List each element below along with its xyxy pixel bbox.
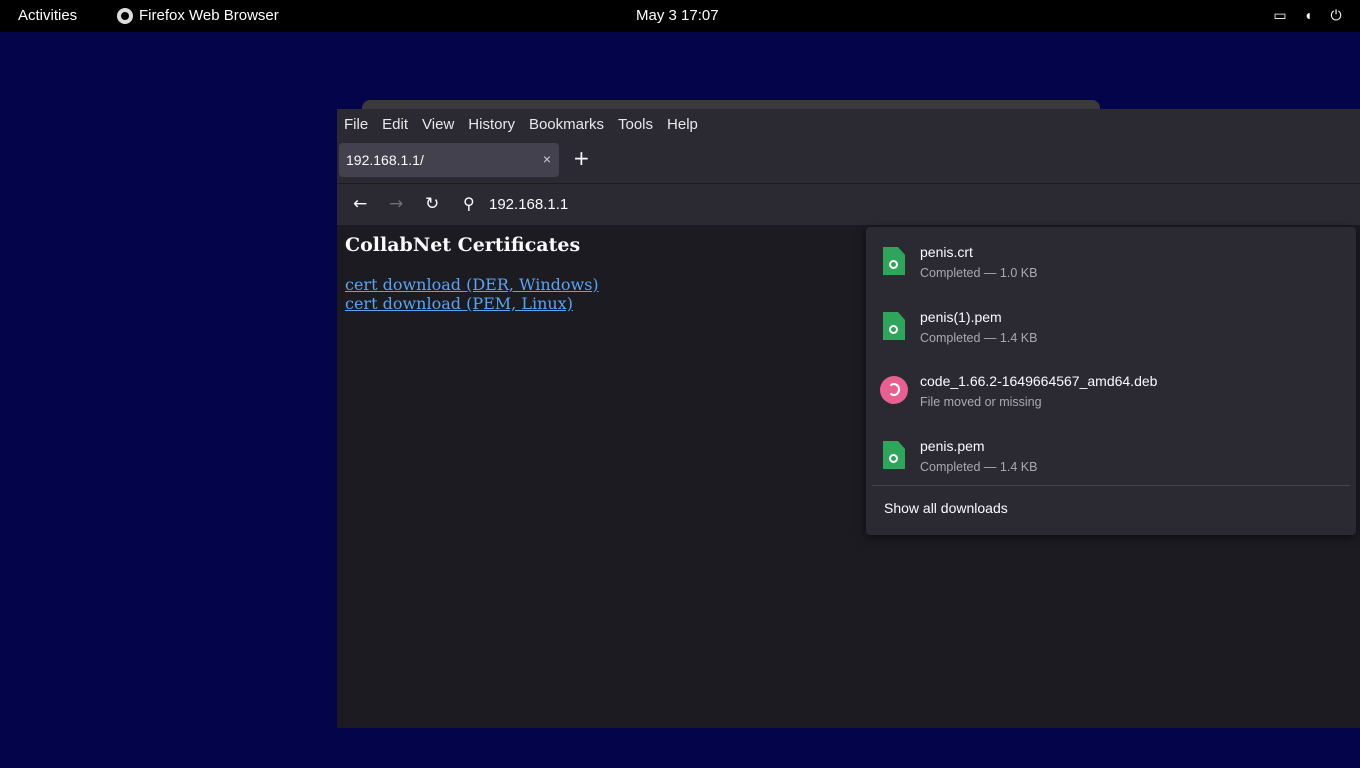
tab-title: 192.168.1.1/ — [346, 152, 424, 168]
download-name: penis(1).pem — [920, 309, 1002, 325]
menu-help[interactable]: Help — [667, 116, 705, 133]
download-item[interactable]: code_1.66.2-1649664567_amd64.deb File mo… — [866, 360, 1356, 420]
clock[interactable]: May 3 17:07 — [636, 7, 719, 24]
gnome-top-bar: Activities Firefox Web Browser May 3 17:… — [0, 0, 1360, 32]
download-name: code_1.66.2-1649664567_amd64.deb — [920, 373, 1158, 389]
nav-bar: ← → ↻ ⚲ 192.168.1.1 — [337, 183, 1360, 225]
back-button[interactable]: ← — [353, 194, 367, 214]
download-item[interactable]: penis.crt Completed — 1.0 KB — [866, 231, 1356, 291]
close-tab-icon[interactable]: × — [543, 151, 551, 167]
activities-button[interactable]: Activities — [18, 7, 77, 24]
system-tray[interactable]: ▭ ◖ ⏻ — [1272, 7, 1344, 24]
screen-icon[interactable]: ▭ — [1272, 7, 1288, 24]
search-icon: ⚲ — [463, 194, 475, 213]
download-item[interactable]: penis.pem Completed — 1.4 KB — [866, 425, 1356, 485]
menu-view[interactable]: View — [422, 116, 461, 133]
menu-file[interactable]: File — [344, 116, 375, 133]
download-item[interactable]: penis(1).pem Completed — 1.4 KB — [866, 296, 1356, 356]
download-status: File moved or missing — [920, 395, 1042, 409]
certificate-file-icon — [880, 441, 908, 471]
divider — [872, 485, 1350, 486]
menu-bookmarks[interactable]: Bookmarks — [529, 116, 611, 133]
cert-download-pem-link[interactable]: cert download (PEM, Linux) — [345, 294, 573, 313]
firefox-icon — [117, 7, 133, 24]
debian-package-icon — [880, 376, 908, 406]
download-status: Completed — 1.0 KB — [920, 266, 1038, 280]
new-tab-button[interactable]: + — [573, 148, 590, 168]
tab-active[interactable]: 192.168.1.1/ × — [339, 143, 559, 177]
menu-history[interactable]: History — [468, 116, 522, 133]
certificate-file-icon — [880, 247, 908, 277]
url-input[interactable]: 192.168.1.1 — [489, 196, 568, 213]
menu-edit[interactable]: Edit — [382, 116, 415, 133]
power-icon[interactable]: ⏻ — [1328, 7, 1344, 24]
show-all-downloads-button[interactable]: Show all downloads — [884, 500, 1008, 516]
download-name: penis.pem — [920, 438, 985, 454]
menu-tools[interactable]: Tools — [618, 116, 660, 133]
app-menu[interactable]: Firefox Web Browser — [117, 7, 279, 24]
downloads-panel: penis.crt Completed — 1.0 KB penis(1).pe… — [866, 227, 1356, 535]
reload-button[interactable]: ↻ — [425, 194, 439, 214]
forward-button[interactable]: → — [389, 194, 403, 214]
volume-icon[interactable]: ◖ — [1300, 7, 1316, 24]
tab-bar: 192.168.1.1/ × + — [337, 139, 1360, 183]
page-title: CollabNet Certificates — [345, 234, 581, 256]
app-menu-label: Firefox Web Browser — [139, 7, 279, 24]
certificate-file-icon — [880, 312, 908, 342]
download-status: Completed — 1.4 KB — [920, 331, 1038, 345]
download-name: penis.crt — [920, 244, 973, 260]
menu-bar: File Edit View History Bookmarks Tools H… — [337, 109, 1360, 139]
cert-download-der-link[interactable]: cert download (DER, Windows) — [345, 275, 599, 294]
download-status: Completed — 1.4 KB — [920, 460, 1038, 474]
